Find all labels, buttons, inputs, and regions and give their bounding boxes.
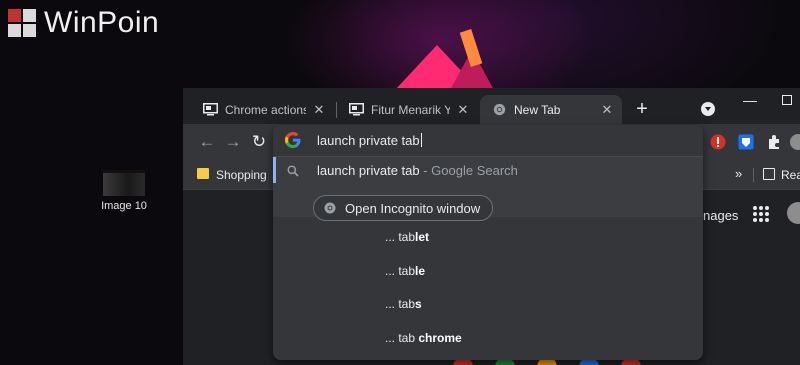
omnibox-input[interactable]: launch private tab — [273, 125, 703, 156]
open-incognito-button[interactable]: Open Incognito window — [313, 195, 494, 221]
maximize-button[interactable] — [782, 95, 792, 105]
tab-title: Chrome actions | W — [225, 102, 306, 117]
suggestion-item[interactable]: ... table — [273, 255, 703, 289]
suggestion-prefix: ... tab — [385, 297, 416, 311]
chrome-icon — [493, 103, 506, 116]
account-avatar[interactable] — [787, 202, 800, 224]
page-monitor-icon — [349, 103, 364, 116]
watermark-logo: WinPoin — [8, 6, 159, 40]
tab-strip: Chrome actions | W ✕ Fitur Menarik Yang … — [183, 88, 800, 124]
tab-close-icon[interactable]: ✕ — [312, 102, 326, 118]
watermark-text: WinPoin — [44, 6, 160, 39]
suggestion-text: launch private tab - Google Search — [317, 163, 518, 178]
open-incognito-label: Open Incognito window — [345, 200, 481, 216]
suggestion-query: launch private tab — [317, 163, 420, 178]
selection-indicator — [273, 157, 276, 183]
omnibox-query-text: launch private tab — [317, 133, 420, 148]
suggestion-prefix: ... tab — [385, 230, 416, 244]
bookmark-shopping[interactable]: Shopping — [216, 168, 267, 182]
suggestion-item[interactable]: ... tab chrome — [273, 322, 703, 356]
back-icon[interactable]: ← — [195, 130, 219, 154]
omnibox-query[interactable]: launch private tab — [317, 133, 422, 148]
tab-close-icon[interactable]: ✕ — [600, 102, 614, 118]
tab-fitur-menarik[interactable]: Fitur Menarik Yang ✕ — [337, 95, 478, 124]
page-monitor-icon — [203, 103, 218, 116]
bookmarks-overflow-button[interactable]: » — [735, 166, 742, 181]
suggestion-completion: chrome — [418, 331, 462, 345]
tab-chrome-actions[interactable]: Chrome actions | W ✕ — [191, 95, 334, 124]
minimize-button[interactable]: — — [743, 92, 757, 108]
winpoin-logo-icon — [8, 9, 36, 37]
tab-search-icon[interactable] — [701, 102, 715, 116]
reading-list-button[interactable]: Rea — [781, 168, 800, 182]
tab-title: Fitur Menarik Yang — [371, 102, 450, 117]
tab-title: New Tab — [514, 102, 561, 117]
text-caret — [420, 133, 422, 147]
profile-avatar[interactable] — [790, 134, 800, 150]
incognito-icon — [324, 202, 336, 214]
suggestion-text: ... tab chrome — [385, 331, 462, 345]
reload-icon[interactable]: ↻ — [247, 130, 271, 154]
image-thumbnail-icon — [103, 170, 145, 196]
search-icon — [287, 165, 299, 177]
bookmark-divider — [753, 168, 754, 182]
suggestion-completion: s — [415, 297, 422, 311]
images-link[interactable]: nages — [703, 208, 738, 223]
suggestion-item[interactable]: ... tabs — [273, 288, 703, 322]
suggestion-completion: le — [415, 264, 426, 278]
extension-red-icon[interactable] — [710, 134, 726, 150]
suggestion-text: ... tablet — [385, 230, 429, 244]
puzzle-icon[interactable] — [766, 134, 782, 150]
forward-icon[interactable]: → — [221, 130, 245, 154]
omnibox-dropdown: launch private tab launch private tab - … — [273, 125, 703, 360]
google-icon — [285, 132, 301, 148]
suggestion-completion: let — [415, 230, 430, 244]
reading-list-icon — [763, 168, 775, 180]
folder-icon — [197, 168, 209, 179]
suggestion-text: ... table — [385, 264, 425, 278]
tab-new-tab[interactable]: New Tab ✕ — [480, 95, 622, 124]
suggestion-text: ... tabs — [385, 297, 422, 311]
extension-shield-icon[interactable] — [738, 134, 754, 150]
suggestion-prefix: ... tab — [385, 264, 416, 278]
suggestion-prefix: ... tab — [385, 331, 419, 345]
suggestion-source: - Google Search — [419, 163, 518, 178]
new-tab-button[interactable]: + — [631, 99, 653, 121]
apps-icon[interactable] — [753, 206, 769, 222]
suggestion-google-search[interactable]: launch private tab - Google Search Open … — [273, 157, 703, 221]
desktop-icon-label: Image 10 — [101, 200, 147, 212]
desktop-icon-image[interactable]: Image 10 — [92, 170, 156, 212]
tab-close-icon[interactable]: ✕ — [456, 102, 470, 118]
suggestion-item[interactable]: ... tablet — [273, 221, 703, 255]
